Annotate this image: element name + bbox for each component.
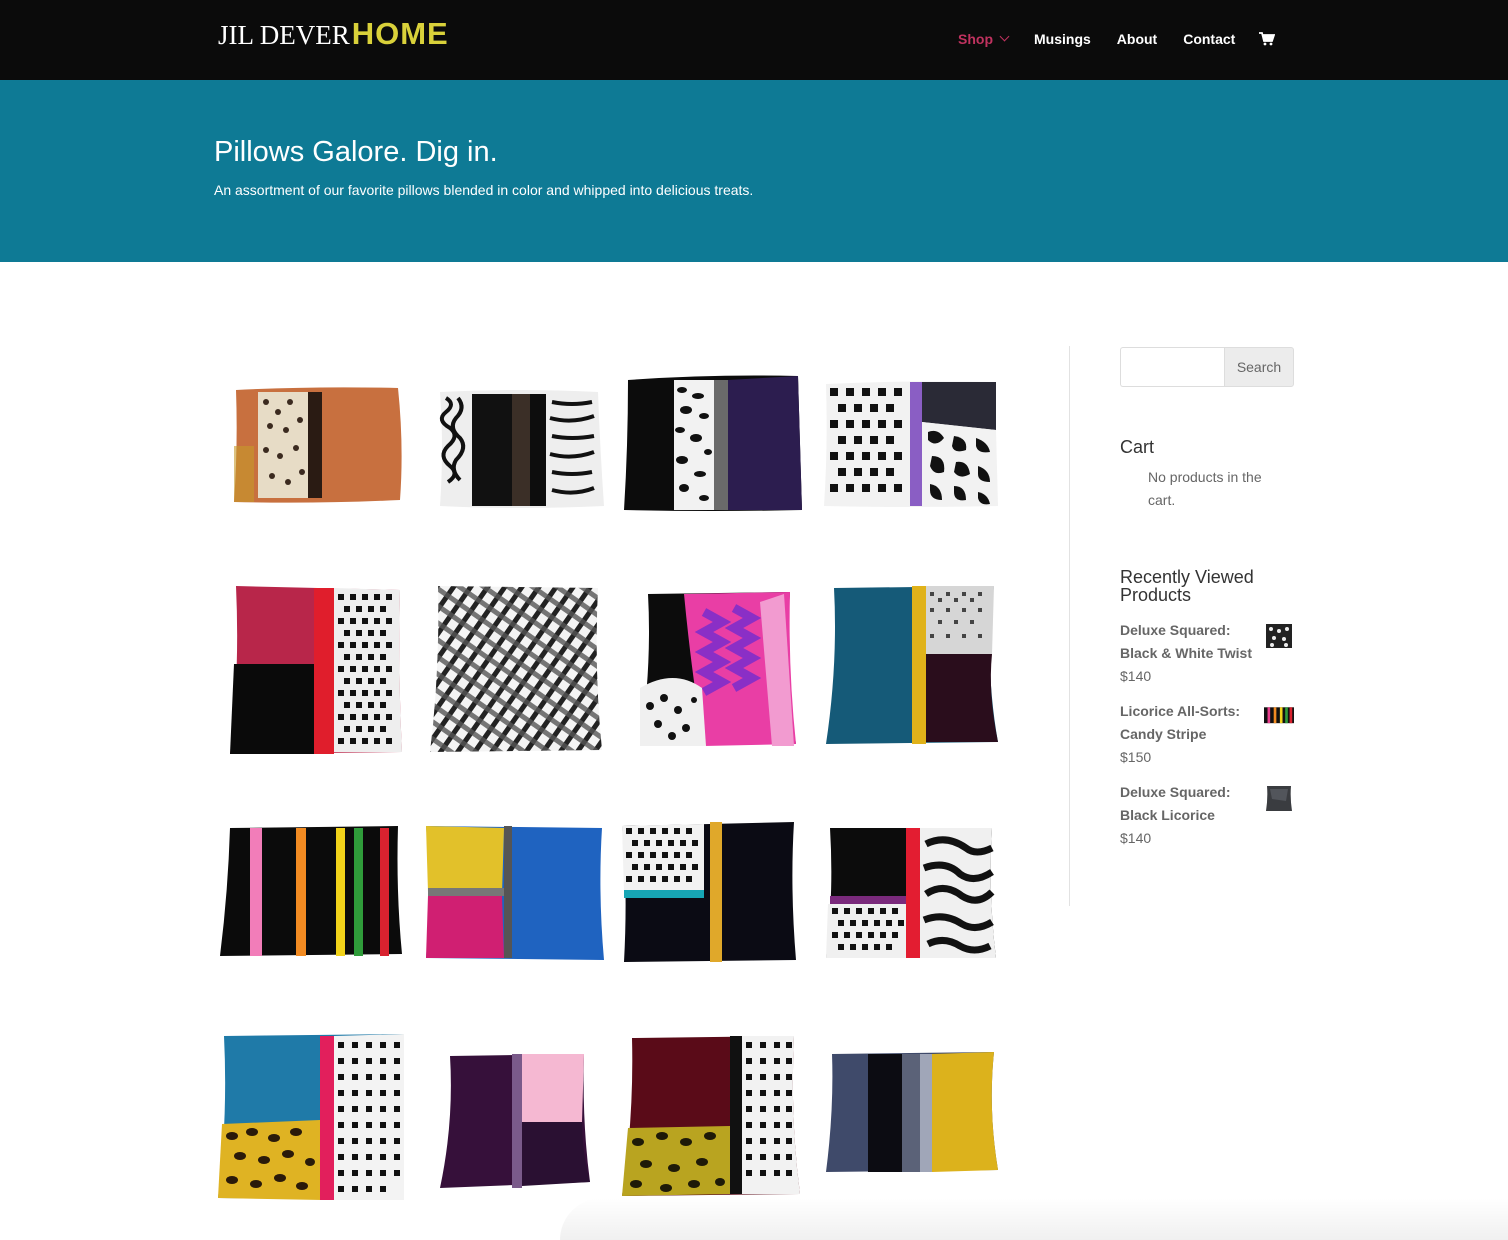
page-title: Pillows Galore. Dig in. bbox=[214, 136, 498, 168]
shopping-cart-icon[interactable] bbox=[1259, 32, 1276, 46]
logo-text-secondary: HOME bbox=[351, 16, 449, 51]
sidebar-divider bbox=[1069, 346, 1070, 906]
product-image[interactable] bbox=[816, 360, 1002, 546]
logo-text-primary: JIL DEVER bbox=[218, 20, 350, 50]
product-thumbnail[interactable] bbox=[1264, 621, 1294, 651]
search-input[interactable] bbox=[1120, 347, 1224, 387]
product-image[interactable] bbox=[220, 808, 406, 994]
page-subtitle: An assortment of our favorite pillows bl… bbox=[214, 182, 754, 198]
site-logo[interactable]: JIL DEVER HOME bbox=[218, 16, 449, 52]
recent-product-price: $150 bbox=[1120, 749, 1152, 765]
recent-product-item[interactable]: Deluxe Squared: Black & White Twist $140 bbox=[1120, 619, 1296, 688]
product-image[interactable] bbox=[428, 1038, 614, 1224]
cart-empty-message: No products in the cart. bbox=[1148, 469, 1262, 508]
product-image[interactable] bbox=[424, 360, 610, 546]
product-image[interactable] bbox=[818, 808, 1004, 994]
nav-item-label: Shop bbox=[958, 31, 993, 47]
product-image[interactable] bbox=[818, 1016, 1004, 1202]
nav-item-musings[interactable]: Musings bbox=[1034, 31, 1091, 47]
recent-product-name[interactable]: Deluxe Squared: Black & White Twist bbox=[1120, 619, 1260, 665]
search-button[interactable]: Search bbox=[1224, 347, 1294, 387]
product-image[interactable] bbox=[620, 360, 806, 546]
recent-product-item[interactable]: Licorice All-Sorts: Candy Stripe $150 bbox=[1120, 700, 1296, 769]
site-header: JIL DEVER HOME Shop Musings About Contac… bbox=[0, 0, 1508, 80]
nav-item-label: Contact bbox=[1183, 31, 1236, 47]
cart-widget-title: Cart bbox=[1120, 437, 1155, 457]
recent-product-name[interactable]: Licorice All-Sorts: Candy Stripe bbox=[1120, 700, 1260, 746]
product-image[interactable] bbox=[616, 808, 802, 994]
recent-widget-title: Recently Viewed Products bbox=[1120, 567, 1254, 605]
product-image[interactable] bbox=[224, 360, 410, 546]
recent-product-name[interactable]: Deluxe Squared: Black Licorice bbox=[1120, 781, 1260, 827]
nav-item-shop[interactable]: Shop bbox=[958, 31, 1010, 47]
page-shadow bbox=[560, 1198, 1508, 1240]
product-image[interactable] bbox=[618, 1020, 804, 1206]
nav-item-contact[interactable]: Contact bbox=[1183, 31, 1235, 47]
recent-product-item[interactable]: Deluxe Squared: Black Licorice $140 bbox=[1120, 781, 1296, 850]
product-image[interactable] bbox=[820, 576, 1006, 762]
product-image[interactable] bbox=[222, 576, 408, 762]
product-image[interactable] bbox=[424, 576, 610, 762]
product-thumbnail[interactable] bbox=[1264, 702, 1294, 732]
recent-product-price: $140 bbox=[1120, 830, 1152, 846]
nav-item-label: About bbox=[1116, 31, 1158, 47]
nav-item-label: Musings bbox=[1034, 31, 1091, 47]
search-widget: Search bbox=[1120, 347, 1294, 387]
product-image[interactable] bbox=[218, 1028, 404, 1214]
main-nav: Shop Musings About Contact bbox=[958, 31, 1276, 47]
product-thumbnail[interactable] bbox=[1264, 783, 1294, 813]
page-hero: Pillows Galore. Dig in. An assortment of… bbox=[0, 80, 1508, 262]
nav-item-about[interactable]: About bbox=[1117, 31, 1157, 47]
chevron-down-icon bbox=[999, 31, 1010, 41]
product-image[interactable] bbox=[420, 808, 606, 994]
product-image[interactable] bbox=[624, 576, 810, 762]
recent-product-price: $140 bbox=[1120, 668, 1152, 684]
